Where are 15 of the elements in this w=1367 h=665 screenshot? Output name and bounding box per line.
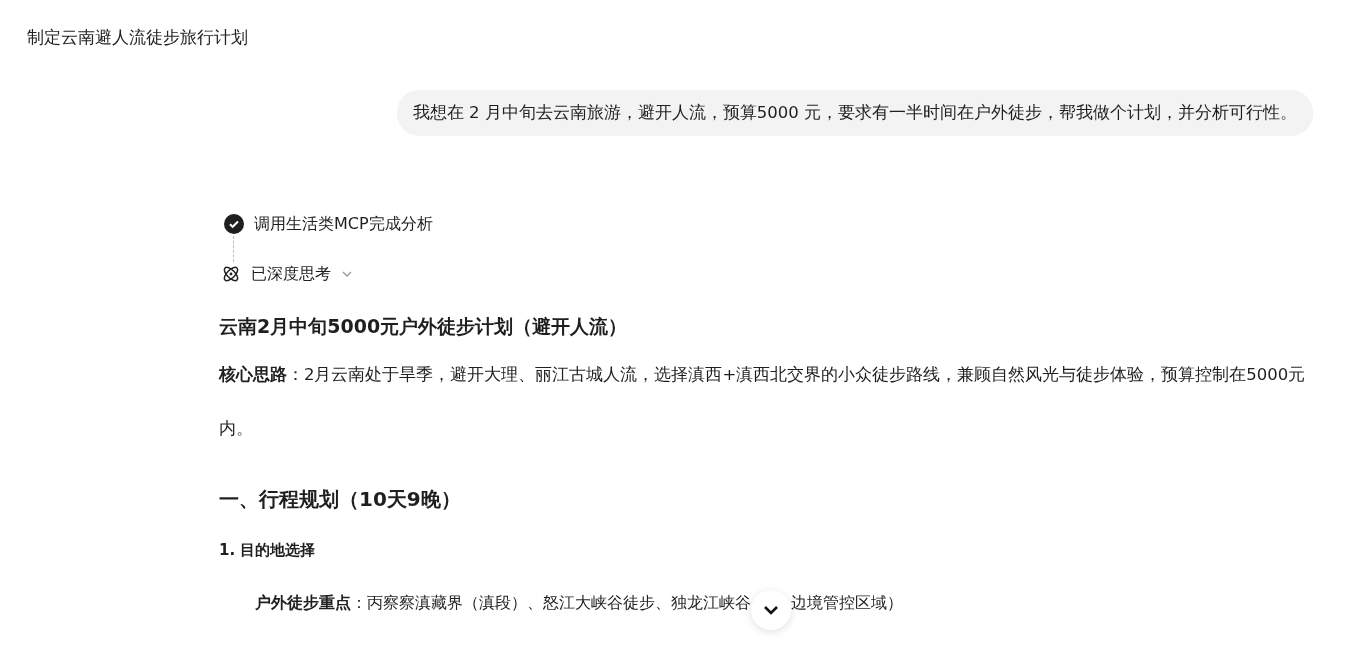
answer-title: 云南2月中旬5000元户外徒步计划（避开人流）	[219, 314, 629, 339]
atom-icon	[221, 264, 241, 284]
chat-title: 制定云南避人流徒步旅行计划	[26, 26, 249, 49]
step-label: 调用生活类MCP完成分析	[254, 213, 433, 235]
bullet-text: 边境管控区域）	[791, 592, 903, 614]
section-heading: 一、行程规划（10天9晚）	[219, 486, 462, 513]
summary-paragraph: 核心思路：2月云南处于旱季，避开大理、丽江古城人流，选择滇西+滇西北交界的小众徒步路线，兼顾自然风光与徒步体验，预算控制在5000元内。	[219, 364, 1307, 440]
thinking-toggle[interactable]: 已深度思考	[251, 263, 331, 285]
scroll-down-button[interactable]	[751, 590, 791, 630]
bullet-text: 丙察察滇藏界（滇段）、怒江大峡谷徒步、独龙江峡谷	[367, 592, 751, 614]
bullet-separator: ：	[351, 592, 367, 614]
subheading: 1. 目的地选择	[219, 541, 317, 560]
check-circle-icon	[224, 214, 244, 234]
bullet-label: 户外徒步重点	[255, 592, 351, 614]
user-message: 我想在 2 月中旬去云南旅游，避开人流，预算5000 元，要求有一半时间在户外徒步，帮我做个计划，并分析可行性。	[396, 90, 1313, 136]
